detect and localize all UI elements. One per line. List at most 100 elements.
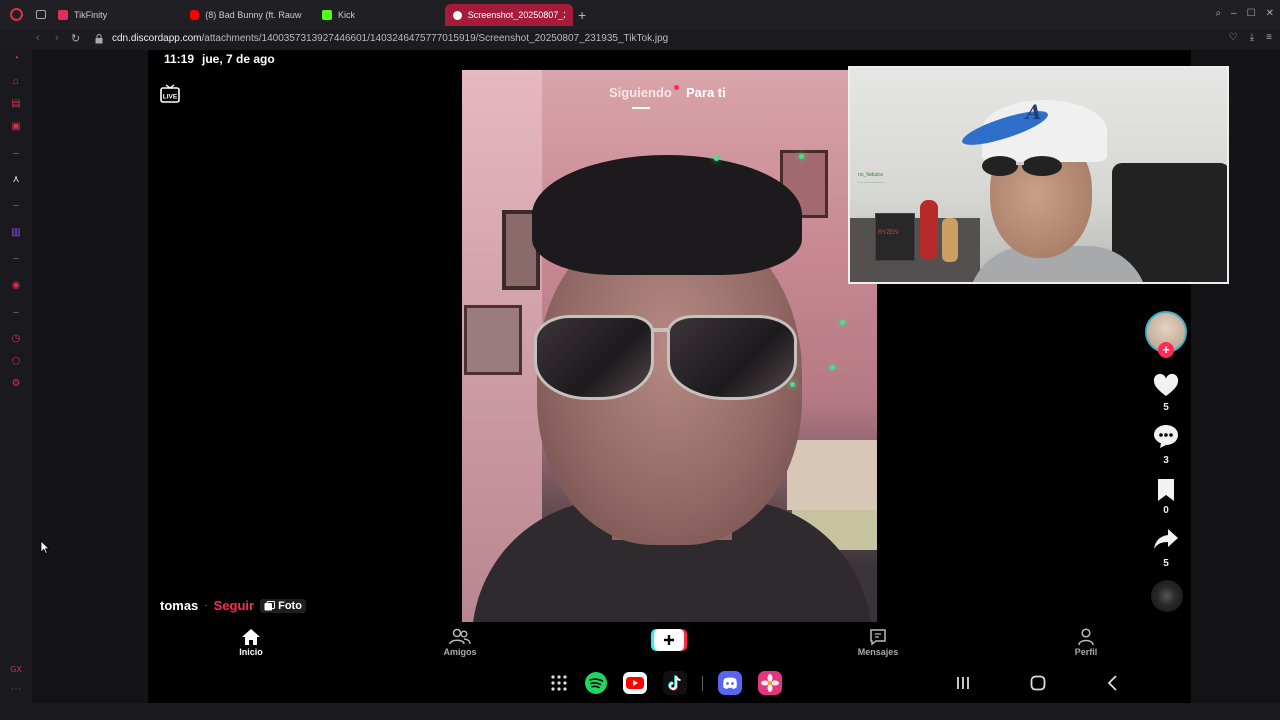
tab-tikfinity[interactable]: TikFinity <box>50 4 175 26</box>
wall-frame <box>464 305 522 375</box>
search-icon[interactable]: ⌕ <box>1215 8 1221 19</box>
forward-icon[interactable]: › <box>55 32 59 44</box>
extensions-icon[interactable]: ⬠ <box>10 356 22 368</box>
tab-youtube[interactable]: (8) Bad Bunny (ft. Rauw A <box>182 4 310 26</box>
minimize-icon[interactable]: – <box>1231 8 1237 19</box>
new-tab-icon[interactable]: + <box>578 7 586 23</box>
follow-plus-icon[interactable]: + <box>1158 342 1174 358</box>
mouse-cursor-icon <box>40 540 50 554</box>
window-controls: ⌕ – ☐ ✕ <box>1215 8 1274 19</box>
nav-inbox[interactable]: Mensajes <box>848 628 908 657</box>
sidebar-separator <box>13 205 19 206</box>
tab-overview-icon[interactable] <box>36 10 46 19</box>
gallery-icon[interactable] <box>758 671 782 695</box>
tab-for-you[interactable]: Para ti <box>686 85 726 100</box>
aria-icon[interactable]: ◔ <box>10 53 22 65</box>
kick-favicon-icon <box>322 10 332 20</box>
profile-icon <box>1078 628 1094 646</box>
nav-label: Perfil <box>1074 647 1098 657</box>
app-drawer-icon[interactable] <box>547 671 571 695</box>
browser-tab-bar: TikFinity (8) Bad Bunny (ft. Rauw A Kick… <box>0 0 1280 30</box>
home-icon <box>242 629 260 645</box>
discord-icon[interactable] <box>718 671 742 695</box>
post-caption: tomas · Seguir Foto <box>160 598 306 613</box>
url-host: cdn.discordapp.com <box>112 33 202 44</box>
shelf <box>787 440 877 510</box>
sidebar-separator <box>13 153 19 154</box>
home-button-icon[interactable] <box>1029 674 1047 692</box>
tab-following[interactable]: Siguiendo <box>609 85 672 100</box>
webcam-overlay: RYZEN A no_fadiaba ................... <box>848 66 1229 284</box>
tool-icon[interactable]: ⋏ <box>10 174 22 186</box>
discord-favicon-icon <box>453 10 462 20</box>
screen: TikFinity (8) Bad Bunny (ft. Rauw A Kick… <box>0 0 1280 720</box>
string-light <box>799 154 804 159</box>
url-field[interactable]: cdn.discordapp.com/attachments/140035731… <box>112 33 668 44</box>
photo-label: Foto <box>278 599 302 612</box>
status-date: jue, 7 de ago <box>202 52 275 66</box>
more-icon[interactable]: ⋯ <box>10 684 22 696</box>
video-frame[interactable] <box>462 70 877 622</box>
dock-separator <box>702 676 703 691</box>
nav-label: Amigos <box>443 647 477 657</box>
gx-icon[interactable]: GX <box>10 664 22 676</box>
action-figure <box>942 218 958 262</box>
music-disc-icon[interactable] <box>1151 580 1183 612</box>
nav-profile[interactable]: Perfil <box>1056 628 1116 657</box>
share-icon[interactable] <box>1153 526 1179 552</box>
comment-icon[interactable] <box>1153 423 1179 449</box>
photo-badge[interactable]: Foto <box>260 598 306 613</box>
string-light <box>830 365 835 370</box>
shopping-icon[interactable]: ⌂ <box>10 76 22 88</box>
tab-kick[interactable]: Kick <box>314 4 434 26</box>
svg-text:LIVE: LIVE <box>163 94 178 101</box>
photo-icon <box>264 600 276 610</box>
cap-logo: A <box>1026 100 1042 124</box>
recent-apps-icon[interactable] <box>954 674 972 692</box>
box-label: RYZEN <box>878 230 899 236</box>
youtube-icon[interactable] <box>623 671 647 695</box>
address-bar: ‹ › ↻ cdn.discordapp.com/attachments/140… <box>0 30 1280 50</box>
share-count: 5 <box>1163 558 1169 569</box>
tab-label: Screenshot_20250807_2 <box>467 10 565 20</box>
ryzen-box: RYZEN <box>875 213 915 261</box>
username[interactable]: tomas <box>160 598 198 613</box>
bookmark-page-icon[interactable]: ♡ <box>1229 32 1238 43</box>
follow-button[interactable]: Seguir <box>214 598 254 613</box>
save-count: 0 <box>1163 505 1169 516</box>
reload-icon[interactable]: ↻ <box>71 32 80 45</box>
chat-line: ................... <box>858 179 885 185</box>
history-icon[interactable]: ◷ <box>10 333 22 345</box>
tab-screenshot[interactable]: Screenshot_20250807_2 <box>445 4 573 26</box>
back-icon[interactable]: ‹ <box>36 32 40 44</box>
sunglasses-lens <box>534 315 654 400</box>
tab-label: TikFinity <box>74 10 108 20</box>
download-icon[interactable]: ⤓ <box>1250 32 1254 43</box>
bookmark-icon[interactable] <box>1153 477 1179 503</box>
music-icon[interactable]: ▣ <box>10 121 22 133</box>
tiktok-icon[interactable] <box>663 671 687 695</box>
create-post-button[interactable] <box>651 629 687 651</box>
lock-icon <box>95 34 103 44</box>
chat-line: no_fadiaba <box>858 172 883 178</box>
maximize-icon[interactable]: ☐ <box>1247 8 1256 19</box>
twitch-icon[interactable]: ▥ <box>10 227 22 239</box>
opera-logo-icon[interactable] <box>10 8 23 21</box>
tab-label: (8) Bad Bunny (ft. Rauw A <box>205 10 302 20</box>
nav-friends[interactable]: Amigos <box>430 628 490 657</box>
back-button-icon[interactable] <box>1104 674 1122 692</box>
string-light <box>790 382 795 387</box>
settings-icon[interactable]: ⚙ <box>10 378 22 390</box>
messenger-icon[interactable]: ▤ <box>10 98 22 110</box>
sunglasses-lens <box>667 315 797 400</box>
spotify-icon[interactable] <box>584 671 608 695</box>
close-icon[interactable]: ✕ <box>1266 8 1274 19</box>
tab-label: Kick <box>338 10 356 20</box>
heart-icon[interactable] <box>1153 373 1179 399</box>
nav-home[interactable]: Inicio <box>221 628 281 657</box>
player-icon[interactable]: ◉ <box>10 280 22 292</box>
menu-icon[interactable]: ≡ <box>1266 32 1272 43</box>
nav-label: Inicio <box>239 647 263 657</box>
stream-chat: no_fadiaba ................... <box>858 172 884 186</box>
friends-icon <box>449 628 471 645</box>
